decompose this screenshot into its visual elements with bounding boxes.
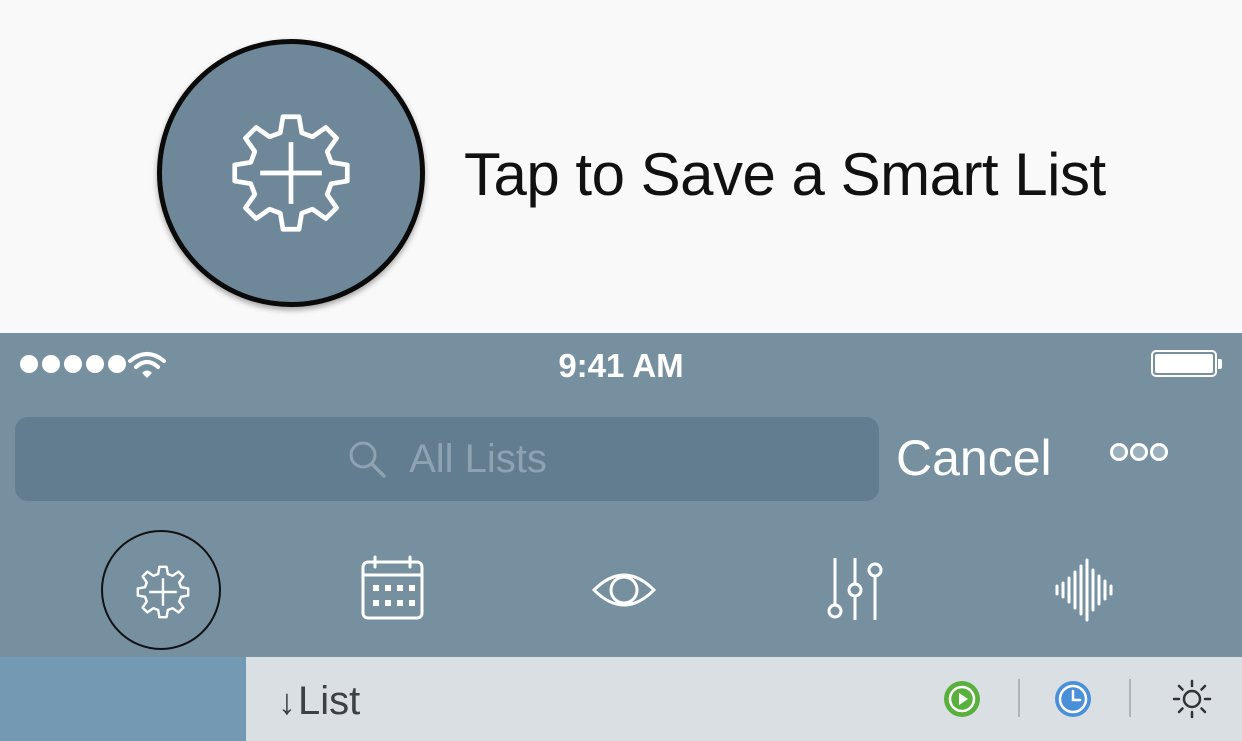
search-placeholder: All Lists [409, 436, 547, 481]
search-icon [349, 441, 386, 478]
eye-icon [591, 573, 657, 607]
more-dot [1130, 443, 1148, 461]
sort-arrow-icon: ↓ [278, 680, 296, 722]
sliders-icon [827, 558, 883, 620]
save-smart-list-button[interactable] [101, 530, 221, 650]
more-dot [1150, 443, 1168, 461]
divider [1129, 679, 1131, 717]
tip-text: Tap to Save a Smart List [464, 141, 1106, 208]
clock-icon[interactable] [1053, 679, 1093, 719]
list-label: List [298, 679, 361, 723]
eye-button[interactable] [564, 530, 684, 650]
more-options-button[interactable] [1110, 443, 1168, 461]
calendar-button[interactable] [333, 530, 453, 650]
list-toolbar: ↓ List [0, 657, 1242, 741]
waveform-icon [1055, 558, 1113, 622]
gear-plus-icon [232, 114, 350, 232]
gear-plus-icon [136, 565, 190, 619]
brightness-icon[interactable] [1172, 679, 1212, 719]
more-dot [1110, 443, 1128, 461]
filters-button[interactable] [795, 530, 915, 650]
battery-icon [1151, 350, 1222, 377]
sort-list-button[interactable]: ↓ List [278, 679, 360, 724]
tip-banner: Tap to Save a Smart List [0, 0, 1242, 333]
status-bar: 9:41 AM [0, 333, 1242, 397]
divider [1018, 679, 1020, 717]
cancel-button[interactable]: Cancel [896, 429, 1052, 487]
search-field[interactable]: All Lists [15, 417, 879, 501]
save-smart-list-highlight[interactable] [157, 39, 425, 307]
sidebar-strip [0, 657, 246, 741]
audio-button[interactable] [1024, 530, 1144, 650]
calendar-icon [361, 555, 424, 620]
search-panel: 9:41 AM All Lists Cancel [0, 333, 1242, 657]
play-icon[interactable] [942, 679, 982, 719]
status-time: 9:41 AM [558, 347, 684, 384]
